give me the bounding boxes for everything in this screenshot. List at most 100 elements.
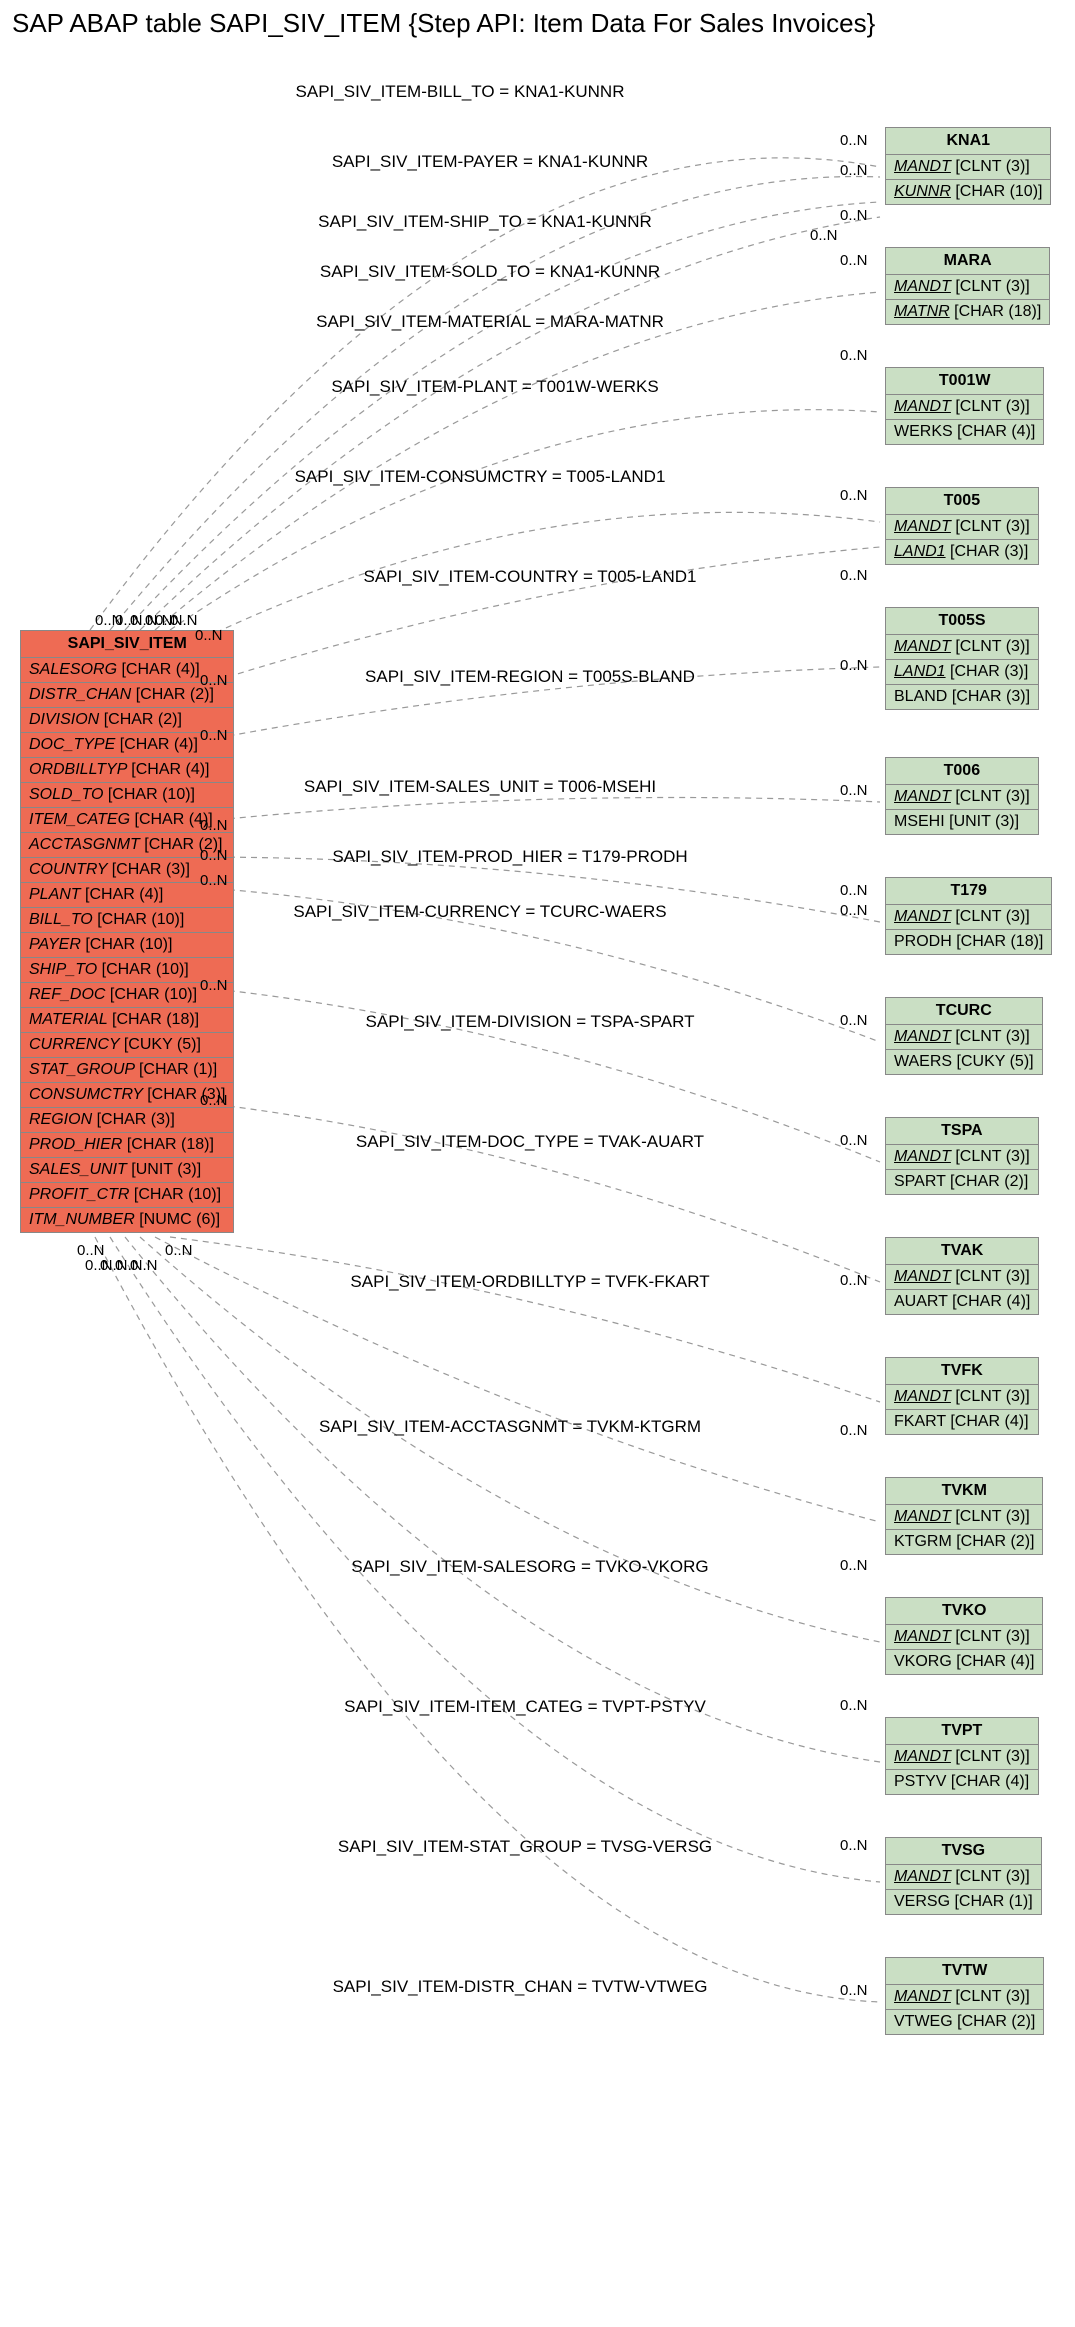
ref-field: MANDT [CLNT (3)] [886,785,1039,810]
ref-field: KTGRM [CHAR (2)] [886,1530,1043,1555]
cardinality-src: 0..N [200,817,228,834]
ref-entity-name: T005S [886,608,1039,635]
cardinality-dst: 0..N [840,902,868,919]
ref-entity-tvsg: TVSGMANDT [CLNT (3)]VERSG [CHAR (1)] [885,1837,1042,1915]
cardinality-dst: 0..N [840,347,868,364]
ref-entity-name: TCURC [886,998,1043,1025]
ref-field: MANDT [CLNT (3)] [886,1625,1043,1650]
ref-field: MSEHI [UNIT (3)] [886,810,1039,835]
ref-field: PRODH [CHAR (18)] [886,930,1052,955]
ref-field: MANDT [CLNT (3)] [886,635,1039,660]
main-field: PAYER [CHAR (10)] [21,933,234,958]
main-field: ITM_NUMBER [NUMC (6)] [21,1208,234,1233]
ref-entity-name: TSPA [886,1118,1039,1145]
ref-entity-name: TVSG [886,1838,1042,1865]
ref-entity-kna1: KNA1MANDT [CLNT (3)]KUNNR [CHAR (10)] [885,127,1051,205]
ref-entity-name: MARA [886,248,1050,275]
page-title: SAP ABAP table SAPI_SIV_ITEM {Step API: … [0,0,1075,47]
cardinality-src: 0..N [200,1092,228,1109]
relation-label: SAPI_SIV_ITEM-SHIP_TO = KNA1-KUNNR [318,212,652,232]
ref-entity-tvfk: TVFKMANDT [CLNT (3)]FKART [CHAR (4)] [885,1357,1039,1435]
ref-entity-tvko: TVKOMANDT [CLNT (3)]VKORG [CHAR (4)] [885,1597,1043,1675]
ref-field: MANDT [CLNT (3)] [886,275,1050,300]
relation-label: SAPI_SIV_ITEM-COUNTRY = T005-LAND1 [363,567,696,587]
cardinality-dst: 0..N [840,882,868,899]
cardinality-dst: 0..N [840,1982,868,1999]
ref-field: MANDT [CLNT (3)] [886,1025,1043,1050]
ref-entity-tcurc: TCURCMANDT [CLNT (3)]WAERS [CUKY (5)] [885,997,1043,1075]
relation-label: SAPI_SIV_ITEM-DOC_TYPE = TVAK-AUART [356,1132,704,1152]
cardinality-dst: 0..N [840,1422,868,1439]
ref-entity-name: T005 [886,488,1039,515]
ref-entity-t006: T006MANDT [CLNT (3)]MSEHI [UNIT (3)] [885,757,1039,835]
ref-field: AUART [CHAR (4)] [886,1290,1039,1315]
cardinality-dst: 0..N [840,1837,868,1854]
cardinality-src: 0..N [165,1242,193,1259]
ref-field: MANDT [CLNT (3)] [886,1745,1039,1770]
ref-field: MANDT [CLNT (3)] [886,1265,1039,1290]
cardinality-dst: 0..N [840,1132,868,1149]
ref-entity-t005s: T005SMANDT [CLNT (3)]LAND1 [CHAR (3)]BLA… [885,607,1039,710]
ref-field: MANDT [CLNT (3)] [886,1385,1039,1410]
main-field: CURRENCY [CUKY (5)] [21,1033,234,1058]
ref-field: PSTYV [CHAR (4)] [886,1770,1039,1795]
ref-entity-tvkm: TVKMMANDT [CLNT (3)]KTGRM [CHAR (2)] [885,1477,1043,1555]
relation-label: SAPI_SIV_ITEM-SALES_UNIT = T006-MSEHI [304,777,656,797]
ref-entity-tvtw: TVTWMANDT [CLNT (3)]VTWEG [CHAR (2)] [885,1957,1044,2035]
cardinality-dst: 0..N [840,207,868,224]
ref-field: MANDT [CLNT (3)] [886,1145,1039,1170]
ref-field: MANDT [CLNT (3)] [886,1865,1042,1890]
main-field: SALES_UNIT [UNIT (3)] [21,1158,234,1183]
relation-label: SAPI_SIV_ITEM-CURRENCY = TCURC-WAERS [293,902,666,922]
ref-entity-name: TVKO [886,1598,1043,1625]
ref-field: VTWEG [CHAR (2)] [886,2010,1044,2035]
relation-label: SAPI_SIV_ITEM-PLANT = T001W-WERKS [331,377,658,397]
ref-field: MANDT [CLNT (3)] [886,395,1044,420]
ref-entity-name: TVFK [886,1358,1039,1385]
relation-label: SAPI_SIV_ITEM-DIVISION = TSPA-SPART [366,1012,695,1032]
cardinality-dst: 0..N [840,1272,868,1289]
ref-entity-t001w: T001WMANDT [CLNT (3)]WERKS [CHAR (4)] [885,367,1044,445]
ref-entity-tvak: TVAKMANDT [CLNT (3)]AUART [CHAR (4)] [885,1237,1039,1315]
cardinality-src: 0..N [200,872,228,889]
ref-field: MANDT [CLNT (3)] [886,515,1039,540]
ref-entity-tspa: TSPAMANDT [CLNT (3)]SPART [CHAR (2)] [885,1117,1039,1195]
cardinality-dst: 0..N [840,1557,868,1574]
relation-label: SAPI_SIV_ITEM-ORDBILLTYP = TVFK-FKART [350,1272,709,1292]
ref-entity-name: TVPT [886,1718,1039,1745]
ref-field: MANDT [CLNT (3)] [886,1505,1043,1530]
main-field: PROD_HIER [CHAR (18)] [21,1133,234,1158]
main-field: STAT_GROUP [CHAR (1)] [21,1058,234,1083]
relation-label: SAPI_SIV_ITEM-CONSUMCTRY = T005-LAND1 [295,467,666,487]
main-field: SOLD_TO [CHAR (10)] [21,783,234,808]
cardinality-src: 0..N [195,627,223,644]
cardinality-dst: 0..N [840,162,868,179]
ref-entity-name: TVAK [886,1238,1039,1265]
ref-field: WERKS [CHAR (4)] [886,420,1044,445]
ref-entity-t005: T005MANDT [CLNT (3)]LAND1 [CHAR (3)] [885,487,1039,565]
relation-label: SAPI_SIV_ITEM-SOLD_TO = KNA1-KUNNR [320,262,660,282]
relation-label: SAPI_SIV_ITEM-ACCTASGNMT = TVKM-KTGRM [319,1417,701,1437]
cardinality-src: 0..N [130,1257,158,1274]
diagram-canvas: SAPI_SIV_ITEM SALESORG [CHAR (4)]DISTR_C… [0,47,1075,2327]
ref-field: KUNNR [CHAR (10)] [886,180,1051,205]
cardinality-dst: 0..N [840,782,868,799]
ref-entity-t179: T179MANDT [CLNT (3)]PRODH [CHAR (18)] [885,877,1052,955]
ref-entity-tvpt: TVPTMANDT [CLNT (3)]PSTYV [CHAR (4)] [885,1717,1039,1795]
ref-field: BLAND [CHAR (3)] [886,685,1039,710]
ref-field: MANDT [CLNT (3)] [886,1985,1044,2010]
cardinality-dst: 0..N [840,657,868,674]
main-field: MATERIAL [CHAR (18)] [21,1008,234,1033]
cardinality-src: 0..N [170,612,198,629]
ref-field: SPART [CHAR (2)] [886,1170,1039,1195]
relation-label: SAPI_SIV_ITEM-REGION = T005S-BLAND [365,667,695,687]
main-field: REGION [CHAR (3)] [21,1108,234,1133]
relation-label: SAPI_SIV_ITEM-MATERIAL = MARA-MATNR [316,312,664,332]
ref-entity-name: KNA1 [886,128,1051,155]
ref-field: MATNR [CHAR (18)] [886,300,1050,325]
ref-field: MANDT [CLNT (3)] [886,155,1051,180]
ref-field: VKORG [CHAR (4)] [886,1650,1043,1675]
ref-entity-mara: MARAMANDT [CLNT (3)]MATNR [CHAR (18)] [885,247,1050,325]
cardinality-src: 0..N [200,847,228,864]
cardinality-dst: 0..N [840,252,868,269]
